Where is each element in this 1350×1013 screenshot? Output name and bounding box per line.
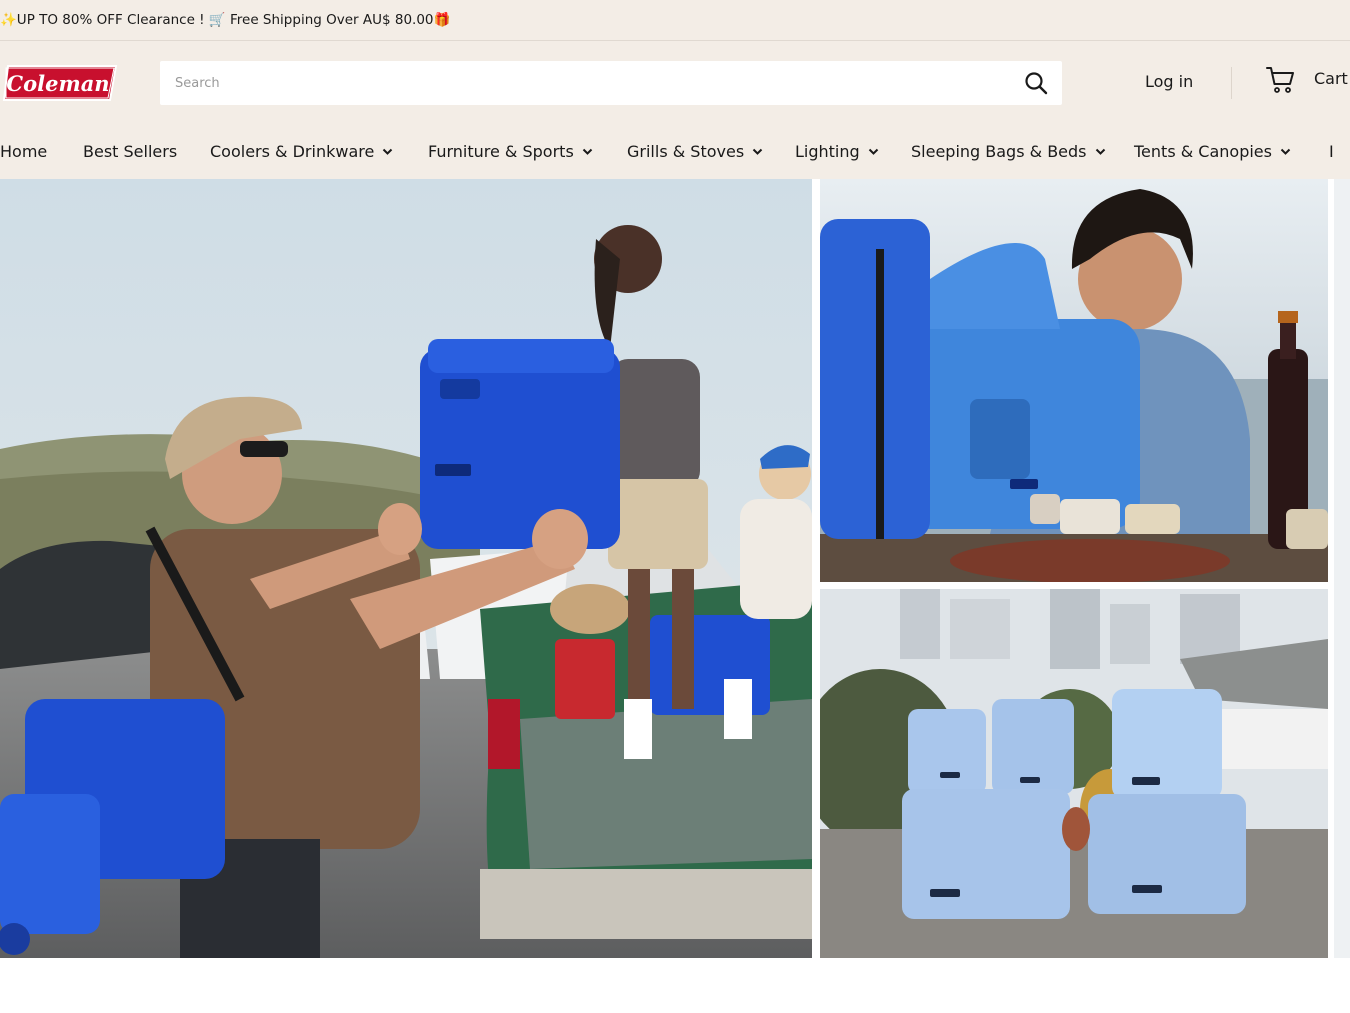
search-bar <box>160 61 1062 105</box>
nav-item-label: Best Sellers <box>83 142 178 161</box>
nav-item-lighting[interactable]: Lighting <box>795 142 879 161</box>
logo-text: Coleman <box>6 71 109 96</box>
hero-next-slide-edge <box>1334 179 1350 958</box>
search-icon[interactable] <box>1024 71 1048 95</box>
cart-icon[interactable] <box>1266 66 1296 94</box>
site-header: Coleman Log in Cart <box>0 41 1350 124</box>
chevron-down-icon <box>1095 148 1105 155</box>
chevron-down-icon <box>582 148 592 155</box>
nav-item-label: Coolers & Drinkware <box>210 142 375 161</box>
nav-item-label: Tents & Canopies <box>1134 142 1272 161</box>
nav-item-more[interactable]: I <box>1329 142 1334 161</box>
header-divider <box>1231 67 1232 99</box>
main-nav: Home Best Sellers Coolers & Drinkware Fu… <box>0 124 1350 179</box>
chevron-down-icon <box>1280 148 1291 155</box>
coleman-logo[interactable]: Coleman <box>2 62 120 104</box>
nav-item-label: Sleeping Bags & Beds <box>911 142 1087 161</box>
nav-item-label: Home <box>0 142 48 161</box>
nav-item-label: Lighting <box>795 142 860 161</box>
nav-item-coolers-drinkware[interactable]: Coolers & Drinkware <box>210 142 393 161</box>
nav-item-label: Furniture & Sports <box>428 142 574 161</box>
nav-item-sleeping-bags-beds[interactable]: Sleeping Bags & Beds <box>911 142 1106 161</box>
chevron-down-icon <box>752 148 763 155</box>
announcement-text: ✨UP TO 80% OFF Clearance ! 🛒 Free Shippi… <box>0 12 451 28</box>
search-input[interactable] <box>160 62 1017 104</box>
nav-item-label: I <box>1329 142 1334 161</box>
login-link[interactable]: Log in <box>1145 72 1193 91</box>
chevron-down-icon <box>383 148 393 155</box>
cart-link[interactable]: Cart <box>1314 69 1348 88</box>
nav-item-tents-canopies[interactable]: Tents & Canopies <box>1134 142 1291 161</box>
nav-item-furniture-sports[interactable]: Furniture & Sports <box>428 142 593 161</box>
nav-item-grills-stoves[interactable]: Grills & Stoves <box>627 142 763 161</box>
hero-image-tailgate[interactable] <box>0 179 812 958</box>
nav-item-home[interactable]: Home <box>0 142 47 161</box>
hero-image-cooler-stack[interactable] <box>820 589 1328 958</box>
hero-banner[interactable] <box>0 179 1350 958</box>
nav-item-best-sellers[interactable]: Best Sellers <box>83 142 177 161</box>
chevron-down-icon <box>868 148 878 155</box>
hero-image-soft-cooler[interactable] <box>820 179 1328 582</box>
announcement-bar: ✨UP TO 80% OFF Clearance ! 🛒 Free Shippi… <box>0 0 1350 41</box>
nav-item-label: Grills & Stoves <box>627 142 745 161</box>
